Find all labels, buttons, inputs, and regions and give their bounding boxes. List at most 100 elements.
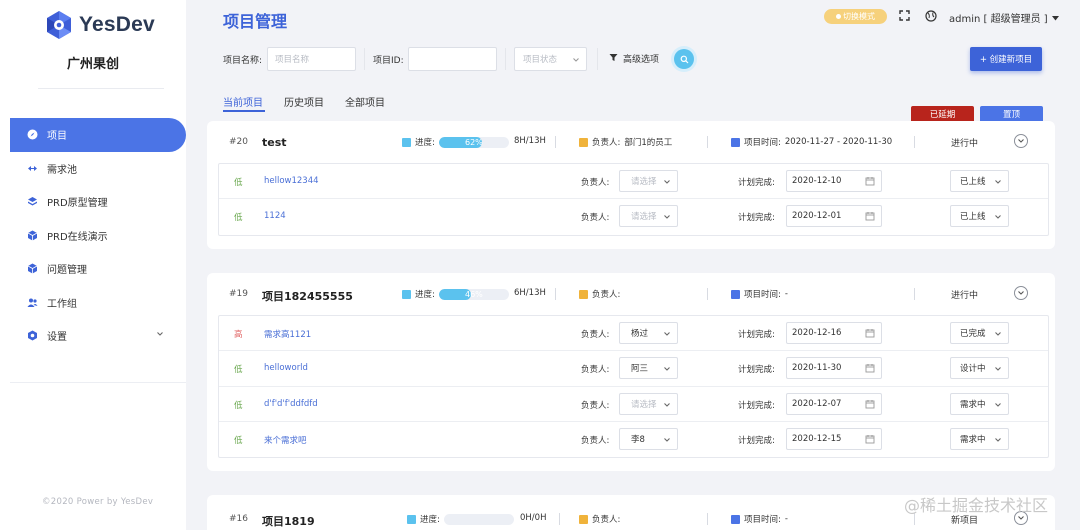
requirement-status-select[interactable]: 已上线	[950, 205, 1009, 228]
project-status: 进行中	[951, 291, 979, 301]
collapse-toggle[interactable]	[1014, 134, 1028, 148]
sidebar-item-workgroup[interactable]: 工作组	[0, 286, 186, 320]
switch-mode-label: 切换模式	[843, 12, 875, 21]
sidebar-footer: ©2020 Power by YesDev	[42, 497, 154, 507]
progress-percent: 62%	[464, 137, 483, 147]
meta-divider	[914, 288, 915, 300]
time-label: 项目时间:	[744, 515, 781, 525]
plan-label: 计划完成:	[738, 330, 775, 340]
cube-icon	[27, 263, 38, 274]
progress-percent: 46%	[464, 289, 483, 299]
requirement-status-select[interactable]: 需求中	[950, 392, 1009, 415]
requirement-status-select[interactable]: 已上线	[950, 170, 1009, 192]
calendar-icon	[865, 434, 875, 447]
project-name-input[interactable]: 项目名称	[267, 47, 356, 71]
search-button[interactable]	[674, 49, 694, 69]
users-icon	[27, 297, 38, 308]
owner-select[interactable]: 请选择	[619, 205, 678, 228]
calendar-icon	[731, 514, 740, 524]
plan-date-input[interactable]: 2020-12-15	[786, 427, 882, 450]
requirement-name[interactable]: 需求高1121	[264, 328, 311, 340]
requirement-status-select[interactable]: 需求中	[950, 427, 1009, 450]
tab-all[interactable]: 全部项目	[345, 94, 385, 109]
requirement-name[interactable]: helloworld	[264, 363, 308, 373]
chevron-down-icon	[994, 401, 1002, 412]
requirement-name[interactable]: 来个需求吧	[264, 434, 307, 446]
sidebar-item-projects[interactable]: 项目	[10, 118, 186, 152]
owner-select[interactable]: 杨过	[619, 322, 678, 344]
sidebar-nav: 项目 需求池 PRD原型管理 PRD在线演示 问题管理 工作组 设置	[0, 118, 186, 353]
sidebar-item-prd-prototype[interactable]: PRD原型管理	[0, 185, 186, 219]
advanced-options-button[interactable]: 高级选项	[609, 52, 659, 65]
caret-down-icon[interactable]	[1052, 13, 1059, 24]
plan-date-input[interactable]: 2020-12-07	[786, 392, 882, 415]
fullscreen-icon[interactable]	[899, 10, 910, 24]
sidebar-item-requirements[interactable]: 需求池	[0, 152, 186, 186]
requirement-status-select[interactable]: 已完成	[950, 322, 1009, 344]
sidebar-item-issues[interactable]: 问题管理	[0, 252, 186, 286]
sidebar-item-prd-demo[interactable]: PRD在线演示	[0, 219, 186, 253]
plan-date-value: 2020-12-10	[792, 176, 842, 186]
owner-select[interactable]: 阿三	[619, 357, 678, 380]
sidebar-item-label: PRD在线演示	[47, 231, 108, 243]
project-hours: 0H/0H	[520, 513, 547, 523]
project-name[interactable]: test	[262, 136, 287, 149]
project-name[interactable]: 项目182455555	[262, 288, 353, 304]
requirement-list: 高 需求高1121 负责人: 杨过 计划完成: 2020-12-16 已完成 低…	[218, 315, 1049, 459]
cube-icon	[27, 230, 38, 241]
sidebar-item-label: 项目	[47, 131, 67, 143]
owner-icon	[579, 137, 588, 147]
time-label: 项目时间:	[744, 290, 781, 300]
plan-label: 计划完成:	[738, 365, 775, 376]
create-project-button[interactable]: + 创建新项目	[970, 47, 1042, 71]
switch-mode-button[interactable]: 切换模式	[824, 9, 887, 24]
chevron-down-icon	[994, 330, 1002, 341]
layers-icon	[27, 196, 38, 207]
pinned-tag[interactable]: 置顶	[980, 106, 1043, 121]
owner-icon	[579, 514, 588, 524]
filter-divider	[364, 48, 365, 70]
owner-value: 部门1的员工	[624, 138, 673, 148]
project-owner: 负责人: 部门1的员工	[579, 136, 672, 148]
requirement-row: 低 来个需求吧 负责人: 李8 计划完成: 2020-12-15 需求中	[219, 422, 1048, 457]
plan-label: 计划完成:	[738, 213, 775, 224]
plan-date-input[interactable]: 2020-11-30	[786, 357, 882, 380]
requirement-name[interactable]: 1124	[264, 211, 286, 221]
sidebar-item-settings[interactable]: 设置	[0, 319, 186, 353]
project-id-input[interactable]	[408, 47, 497, 71]
tab-history[interactable]: 历史项目	[284, 94, 324, 109]
dot-icon	[836, 14, 841, 19]
calendar-icon	[865, 328, 875, 341]
calendar-icon	[865, 176, 875, 189]
project-time: 项目时间: -	[731, 288, 788, 300]
project-name[interactable]: 项目1819	[262, 513, 315, 529]
plan-date-input[interactable]: 2020-12-16	[786, 322, 882, 344]
requirement-status-select[interactable]: 设计中	[950, 357, 1009, 380]
requirement-name[interactable]: hellow12344	[264, 176, 319, 186]
tab-current[interactable]: 当前项目	[223, 94, 263, 109]
plan-date-input[interactable]: 2020-12-10	[786, 170, 882, 192]
project-status-select[interactable]: 项目状态	[514, 47, 587, 71]
chevron-down-icon	[156, 330, 164, 341]
requirement-name[interactable]: d'f'd'f'ddfdfd	[264, 399, 318, 409]
calendar-icon	[865, 363, 875, 376]
user-menu[interactable]: admin [ 超级管理员 ]	[949, 10, 1048, 25]
brand-logo[interactable]: YesDev	[44, 8, 155, 42]
time-value: -	[784, 289, 788, 299]
owner-select[interactable]: 李8	[619, 427, 678, 450]
sidebar-item-label: PRD原型管理	[47, 198, 108, 210]
owner-icon	[579, 289, 588, 299]
priority-badge: 低	[234, 178, 243, 188]
owner-select[interactable]: 请选择	[619, 392, 678, 415]
chevron-down-icon	[663, 330, 671, 341]
progress-label: 进度:	[415, 138, 435, 148]
delayed-tag[interactable]: 已延期	[911, 106, 974, 121]
requirement-row: 低 hellow12344 负责人: 请选择 计划完成: 2020-12-10 …	[219, 164, 1048, 200]
globe-icon[interactable]	[925, 10, 937, 25]
project-header: #20 test 进度: 62% 8H/13H 负责人: 部门1的员工 项目时间…	[207, 121, 1055, 163]
project-hours: 8H/13H	[514, 136, 546, 146]
owner-select[interactable]: 请选择	[619, 170, 678, 192]
sidebar-divider	[10, 382, 186, 383]
collapse-toggle[interactable]	[1014, 286, 1028, 300]
plan-date-input[interactable]: 2020-12-01	[786, 205, 882, 228]
